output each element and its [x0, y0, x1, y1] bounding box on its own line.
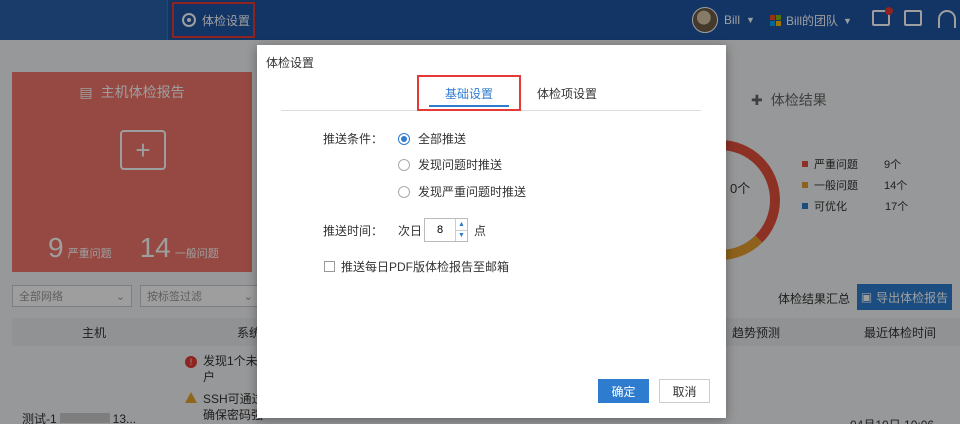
confirm-button[interactable]: 确定: [598, 379, 649, 403]
radio-push-all[interactable]: 全部推送: [398, 130, 466, 147]
cancel-button[interactable]: 取消: [659, 379, 710, 403]
settings-tabs: 基础设置 体检项设置: [281, 75, 701, 111]
hour-input[interactable]: [425, 219, 455, 241]
arrow-down-icon[interactable]: ▼: [456, 229, 467, 242]
radio-checked-icon: [398, 132, 410, 145]
next-day-label: 次日: [398, 224, 423, 238]
hour-stepper[interactable]: ▲ ▼: [424, 218, 468, 242]
pdf-report-checkbox[interactable]: 推送每日PDF版体检报告至邮箱: [324, 258, 509, 275]
tab-basic-settings[interactable]: 基础设置: [417, 75, 521, 111]
radio-unchecked-icon: [398, 185, 410, 198]
settings-dialog: 体检设置 基础设置 体检项设置 推送条件： 全部推送 发现问题时推送 发现严重问…: [257, 45, 726, 418]
push-condition-label: 推送条件：: [323, 132, 384, 146]
tab-check-item-settings[interactable]: 体检项设置: [527, 75, 607, 111]
push-time-label: 推送时间：: [323, 224, 384, 238]
stepper-arrows: ▲ ▼: [455, 219, 467, 241]
checkbox-icon[interactable]: [324, 261, 335, 272]
arrow-up-icon[interactable]: ▲: [456, 219, 467, 230]
hour-unit: 点: [474, 224, 487, 238]
radio-push-on-serious[interactable]: 发现严重问题时推送: [398, 183, 526, 200]
dialog-title: 体检设置: [266, 56, 315, 70]
radio-push-on-issue[interactable]: 发现问题时推送: [398, 156, 502, 173]
radio-unchecked-icon: [398, 158, 410, 171]
